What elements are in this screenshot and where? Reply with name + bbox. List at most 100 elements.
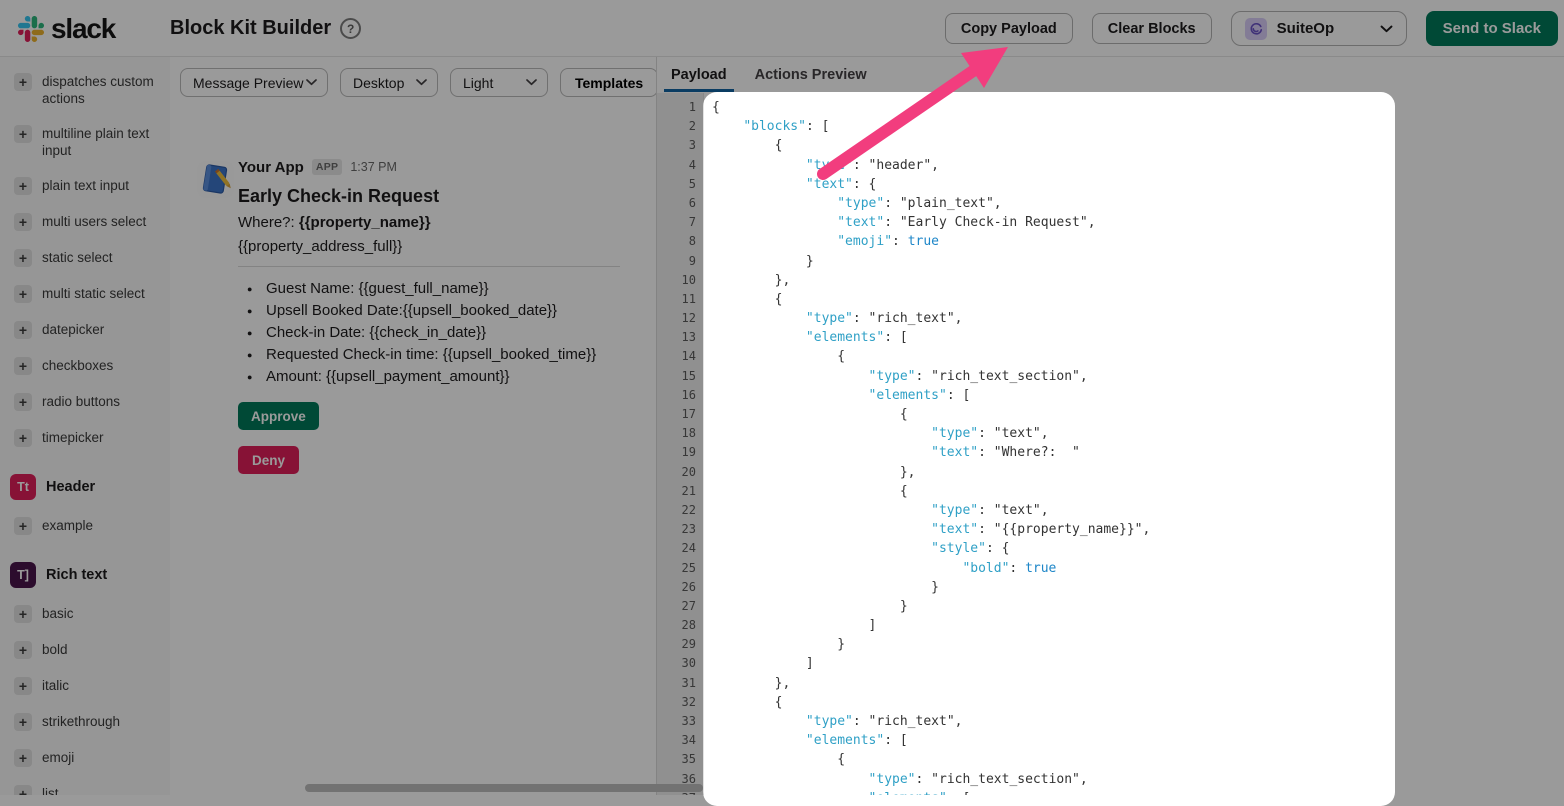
sidebar-item-plain-text-input[interactable]: + plain text input <box>0 168 170 204</box>
line-number: 33 <box>657 712 703 731</box>
theme-value: Light <box>463 75 493 91</box>
help-icon[interactable]: ? <box>340 18 361 39</box>
sidebar-item-basic[interactable]: +basic <box>0 596 170 632</box>
line-number: 28 <box>657 616 703 635</box>
code-line: "type": "rich_text", <box>712 309 1564 328</box>
payload-tabs: Payload Actions Preview <box>657 57 1564 92</box>
where-label: Where?: <box>238 214 299 231</box>
code-line: ] <box>712 654 1564 673</box>
workspace-name: SuiteOp <box>1277 20 1370 37</box>
plus-icon[interactable]: + <box>14 749 32 767</box>
message-header-block: Early Check-in Request <box>238 186 627 207</box>
workspace-select[interactable]: SuiteOp <box>1231 11 1407 46</box>
code-line: "bold": true <box>712 559 1564 578</box>
plus-icon[interactable]: + <box>14 249 32 267</box>
slack-mark-icon <box>18 16 44 42</box>
plus-icon[interactable]: + <box>14 125 32 143</box>
code-line: }, <box>712 674 1564 693</box>
code-line: } <box>712 635 1564 654</box>
sidebar-item-label: strikethrough <box>42 713 120 730</box>
code-line: { <box>712 136 1564 155</box>
sidebar-item-multi-static-select[interactable]: + multi static select <box>0 276 170 312</box>
line-number: 30 <box>657 654 703 673</box>
sidebar-item-multi-users-select[interactable]: +multi users select <box>0 204 170 240</box>
line-number: 17 <box>657 405 703 424</box>
send-to-slack-button[interactable]: Send to Slack <box>1426 11 1558 46</box>
sidebar-item-label: multiline plain text input <box>42 125 154 159</box>
line-number: 14 <box>657 347 703 366</box>
device-select[interactable]: Desktop <box>340 68 438 97</box>
approve-button[interactable]: Approve <box>238 402 319 430</box>
plus-icon[interactable]: + <box>14 357 32 375</box>
code-line: "elements": [ <box>712 789 1564 795</box>
line-number: 16 <box>657 386 703 405</box>
page-title: Block Kit Builder <box>170 17 331 40</box>
line-number: 27 <box>657 597 703 616</box>
sidebar-section-rich-text[interactable]: T]Rich text <box>0 554 170 596</box>
plus-icon[interactable]: + <box>14 177 32 195</box>
chevron-down-icon <box>1380 25 1393 33</box>
line-number: 24 <box>657 539 703 558</box>
plus-icon[interactable]: + <box>14 641 32 659</box>
clear-blocks-button[interactable]: Clear Blocks <box>1092 13 1212 44</box>
plus-icon[interactable]: + <box>14 713 32 731</box>
plus-icon[interactable]: + <box>14 605 32 623</box>
message-timestamp[interactable]: 1:37 PM <box>350 160 397 174</box>
copy-payload-button[interactable]: Copy Payload <box>945 13 1073 44</box>
tab-actions-preview[interactable]: Actions Preview <box>755 57 867 92</box>
plus-icon[interactable]: + <box>14 285 32 303</box>
json-code-editor[interactable]: 1234567891011121314151617181920212223242… <box>657 93 1564 795</box>
sidebar-item-italic[interactable]: + italic <box>0 668 170 704</box>
chevron-down-icon <box>416 79 427 86</box>
sidebar-item-timepicker[interactable]: +timepicker <box>0 420 170 456</box>
sidebar-item-list[interactable]: +list <box>0 776 170 795</box>
sidebar-item-static-select[interactable]: +static select <box>0 240 170 276</box>
sidebar-item-example[interactable]: +example <box>0 508 170 544</box>
line-number: 2 <box>657 117 703 136</box>
templates-button[interactable]: Templates <box>560 68 658 97</box>
plus-icon[interactable]: + <box>14 785 32 795</box>
line-number: 26 <box>657 578 703 597</box>
line-number: 32 <box>657 693 703 712</box>
deny-button[interactable]: Deny <box>238 446 299 474</box>
tab-payload[interactable]: Payload <box>671 57 727 92</box>
json-code[interactable]: { "blocks": [ { "type": "header", "text"… <box>704 93 1564 795</box>
sidebar-item-checkboxes[interactable]: +checkboxes <box>0 348 170 384</box>
sidebar-item-label: datepicker <box>42 321 104 338</box>
code-line: "style": { <box>712 539 1564 558</box>
code-line: "text": "Early Check-in Request", <box>712 213 1564 232</box>
plus-icon[interactable]: + <box>14 677 32 695</box>
app-name[interactable]: Your App <box>238 159 304 176</box>
plus-icon[interactable]: + <box>14 393 32 411</box>
code-line: { <box>712 693 1564 712</box>
sidebar-item-label: multi static select <box>42 285 145 302</box>
rich-text-block-icon: T] <box>10 562 36 588</box>
line-number: 8 <box>657 232 703 251</box>
sidebar-item-label: plain text input <box>42 177 129 194</box>
sidebar-section-label: Header <box>46 479 95 495</box>
sidebar-item-label: italic <box>42 677 69 694</box>
sidebar-item-multiline-plain-text-input[interactable]: + multiline plain text input <box>0 116 170 168</box>
sidebar-item-strikethrough[interactable]: + strikethrough <box>0 704 170 740</box>
plus-icon[interactable]: + <box>14 321 32 339</box>
horizontal-scrollbar-thumb[interactable] <box>305 784 703 792</box>
theme-select[interactable]: Light <box>450 68 548 97</box>
code-line: "type": "plain_text", <box>712 194 1564 213</box>
sidebar-item-datepicker[interactable]: + datepicker <box>0 312 170 348</box>
sidebar-item-dispatches-custom-actions[interactable]: +dispatches custom actions <box>0 64 170 116</box>
sidebar-item-bold[interactable]: +bold <box>0 632 170 668</box>
line-number: 3 <box>657 136 703 155</box>
view-mode-select[interactable]: Message Preview <box>180 68 328 97</box>
plus-icon[interactable]: + <box>14 429 32 447</box>
sidebar-item-radio-buttons[interactable]: +radio buttons <box>0 384 170 420</box>
line-number: 7 <box>657 213 703 232</box>
header-block-icon: Tt <box>10 474 36 500</box>
plus-icon[interactable]: + <box>14 213 32 231</box>
chevron-down-icon <box>526 79 537 86</box>
plus-icon[interactable]: + <box>14 517 32 535</box>
sidebar-item-emoji[interactable]: +emoji <box>0 740 170 776</box>
plus-icon[interactable]: + <box>14 73 32 91</box>
line-number: 11 <box>657 290 703 309</box>
sidebar-section-header[interactable]: Tt Header <box>0 466 170 508</box>
code-line: ] <box>712 616 1564 635</box>
